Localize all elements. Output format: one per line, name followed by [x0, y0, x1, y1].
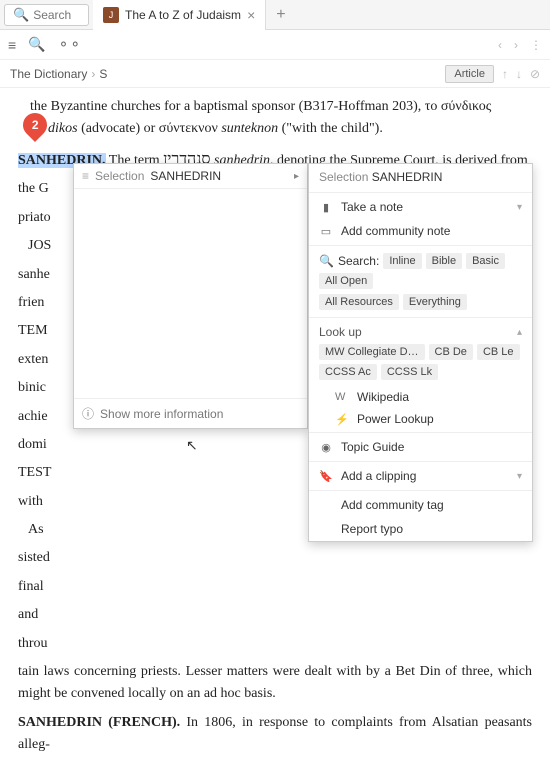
location-pin[interactable]: 2: [23, 113, 47, 143]
search-icon: 🔍: [13, 7, 29, 23]
note-icon: ▮: [319, 201, 333, 214]
pin-number: 2: [32, 118, 39, 132]
close-icon[interactable]: ×: [247, 7, 255, 23]
lookup-tag[interactable]: CCSS Lk: [381, 364, 438, 380]
show-more-info[interactable]: ⓘ Show more information: [74, 398, 307, 428]
global-search[interactable]: 🔍: [4, 4, 89, 26]
wikipedia-icon: W: [335, 391, 349, 403]
tab-title: The A to Z of Judaism: [125, 8, 241, 22]
tab-bar: 🔍 J The A to Z of Judaism × +: [0, 0, 550, 30]
add-community-tag-row[interactable]: Add community tag: [309, 493, 532, 517]
lookup-tag[interactable]: CCSS Ac: [319, 364, 377, 380]
lookup-section[interactable]: Look up ▴: [309, 320, 532, 341]
community-note-icon: ▭: [319, 225, 333, 238]
down-arrow-icon[interactable]: ↓: [516, 67, 522, 81]
topic-guide-row[interactable]: ◉ Topic Guide: [309, 435, 532, 459]
search-tag[interactable]: Bible: [426, 253, 462, 269]
up-arrow-icon[interactable]: ↑: [502, 67, 508, 81]
selection-popover-left: ≡ Selection SANHEDRIN ▸ ⓘ Show more info…: [73, 163, 308, 429]
chevron-right-icon[interactable]: ▸: [294, 171, 299, 182]
topic-guide-icon: ◉: [319, 441, 333, 454]
breadcrumb: The Dictionary › S Article ↑ ↓ ⊘: [0, 60, 550, 88]
clipping-icon: 🔖: [319, 470, 333, 483]
article-dropdown[interactable]: Article: [445, 65, 494, 83]
kebab-icon[interactable]: ⋮: [530, 38, 542, 52]
add-community-note-row[interactable]: ▭ Add community note: [309, 219, 532, 243]
nav-forward-icon[interactable]: ›: [514, 38, 518, 52]
chevron-right-icon: ›: [91, 67, 95, 81]
take-note-row[interactable]: ▮ Take a note ▾: [309, 195, 532, 219]
nav-back-icon[interactable]: ‹: [498, 38, 502, 52]
search-tag[interactable]: Everything: [403, 294, 467, 310]
close-panel-icon[interactable]: ⊘: [530, 67, 540, 81]
chevron-down-icon: ▾: [517, 471, 522, 482]
tab-favicon: J: [103, 7, 119, 23]
menu-icon[interactable]: ≡: [8, 37, 16, 53]
menu-icon[interactable]: ≡: [82, 169, 89, 183]
chevron-down-icon: ▾: [517, 202, 522, 213]
breadcrumb-part[interactable]: S: [99, 67, 107, 81]
lookup-tag[interactable]: CB Le: [477, 344, 520, 360]
wikipedia-row[interactable]: W Wikipedia: [309, 386, 532, 408]
power-lookup-row[interactable]: ⚡ Power Lookup: [309, 408, 532, 430]
tab-active[interactable]: J The A to Z of Judaism ×: [93, 0, 266, 30]
selection-label: Selection: [95, 169, 144, 183]
selection-term: SANHEDRIN: [372, 170, 443, 184]
visual-filter-icon[interactable]: ⚬⚬: [58, 36, 81, 53]
search-tag[interactable]: Inline: [383, 253, 421, 269]
toolbar: ≡ 🔍 ⚬⚬ ‹ › ⋮: [0, 30, 550, 60]
selection-label: Selection: [319, 170, 368, 184]
search-section: 🔍 Search: Inline Bible Basic All Open: [309, 248, 532, 294]
add-clipping-row[interactable]: 🔖 Add a clipping ▾: [309, 464, 532, 488]
search-input[interactable]: [33, 8, 83, 22]
search-tag[interactable]: All Open: [319, 273, 373, 289]
search-tag[interactable]: All Resources: [319, 294, 399, 310]
lookup-tag[interactable]: MW Collegiate D…: [319, 344, 425, 360]
new-tab-button[interactable]: +: [266, 6, 295, 24]
selection-term: SANHEDRIN: [150, 169, 221, 183]
chevron-up-icon: ▴: [517, 327, 522, 338]
search-icon[interactable]: 🔍: [28, 36, 45, 53]
report-typo-row[interactable]: Report typo: [309, 517, 532, 541]
search-icon: 🔍: [319, 254, 334, 268]
info-icon: ⓘ: [82, 405, 94, 422]
breadcrumb-part[interactable]: The Dictionary: [10, 67, 87, 81]
search-tag[interactable]: Basic: [466, 253, 505, 269]
selection-popover-right: Selection SANHEDRIN ▮ Take a note ▾ ▭ Ad…: [308, 163, 533, 542]
lookup-tag[interactable]: CB De: [429, 344, 473, 360]
power-lookup-icon: ⚡: [335, 413, 349, 426]
